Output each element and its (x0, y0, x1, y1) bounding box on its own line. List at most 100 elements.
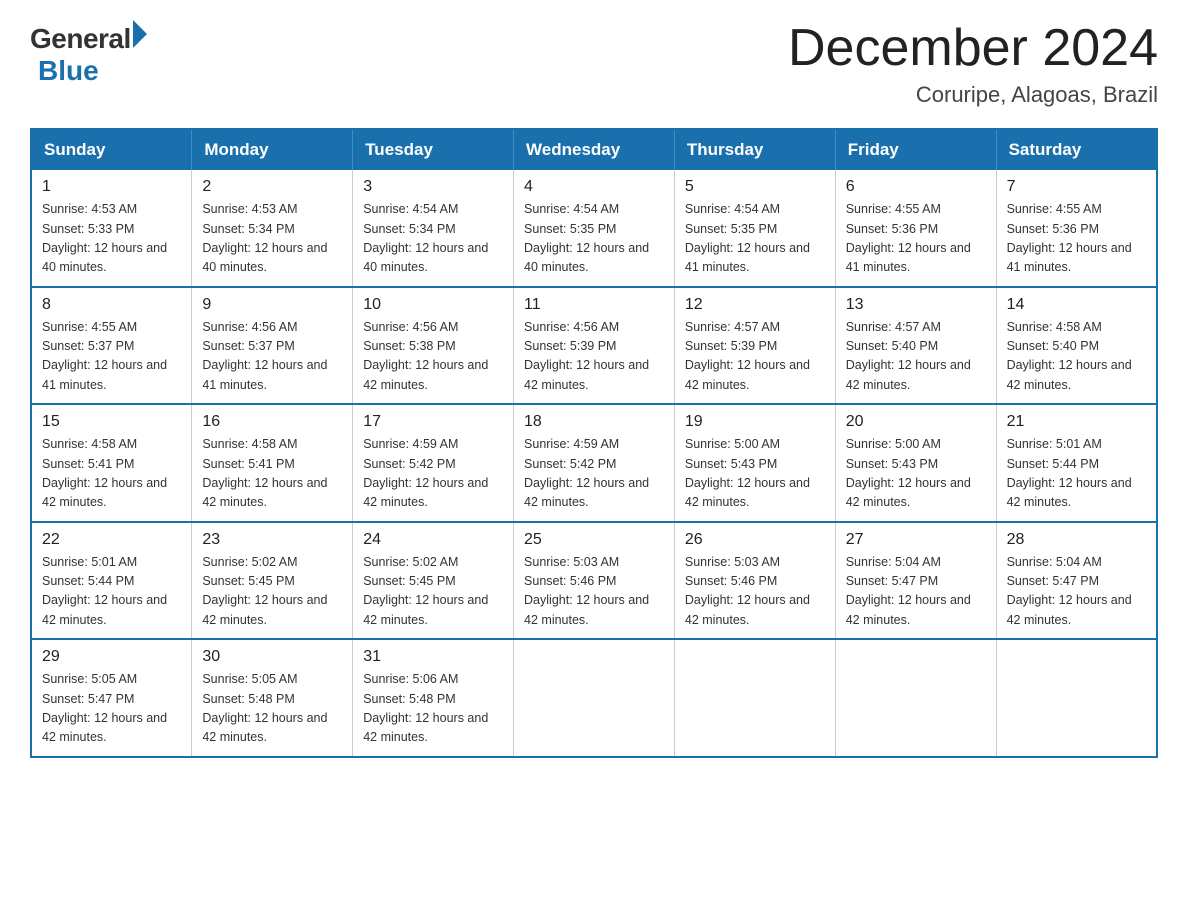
day-number: 28 (1007, 531, 1146, 549)
sunset-text: Sunset: 5:43 PM (685, 457, 777, 471)
sunrise-text: Sunrise: 4:54 AM (524, 202, 619, 216)
sunset-text: Sunset: 5:46 PM (685, 574, 777, 588)
day-info: Sunrise: 5:00 AM Sunset: 5:43 PM Dayligh… (846, 435, 986, 513)
day-number: 10 (363, 296, 503, 314)
daylight-text: Daylight: 12 hours and 41 minutes. (202, 358, 327, 391)
daylight-text: Daylight: 12 hours and 42 minutes. (685, 358, 810, 391)
day-number: 27 (846, 531, 986, 549)
calendar-cell: 23 Sunrise: 5:02 AM Sunset: 5:45 PM Dayl… (192, 522, 353, 640)
day-info: Sunrise: 4:54 AM Sunset: 5:34 PM Dayligh… (363, 200, 503, 278)
daylight-text: Daylight: 12 hours and 42 minutes. (1007, 358, 1132, 391)
daylight-text: Daylight: 12 hours and 40 minutes. (524, 241, 649, 274)
daylight-text: Daylight: 12 hours and 42 minutes. (524, 358, 649, 391)
day-number: 11 (524, 296, 664, 314)
sunset-text: Sunset: 5:44 PM (1007, 457, 1099, 471)
sunrise-text: Sunrise: 5:03 AM (524, 555, 619, 569)
calendar-cell: 19 Sunrise: 5:00 AM Sunset: 5:43 PM Dayl… (674, 404, 835, 522)
daylight-text: Daylight: 12 hours and 42 minutes. (846, 593, 971, 626)
calendar-week-row: 1 Sunrise: 4:53 AM Sunset: 5:33 PM Dayli… (31, 170, 1157, 287)
day-number: 3 (363, 178, 503, 196)
day-number: 30 (202, 648, 342, 666)
day-number: 25 (524, 531, 664, 549)
sunrise-text: Sunrise: 4:58 AM (42, 437, 137, 451)
logo-triangle-icon (133, 20, 147, 48)
day-info: Sunrise: 4:59 AM Sunset: 5:42 PM Dayligh… (363, 435, 503, 513)
calendar-cell (514, 639, 675, 757)
day-number: 6 (846, 178, 986, 196)
calendar-header-saturday: Saturday (996, 129, 1157, 170)
day-info: Sunrise: 5:03 AM Sunset: 5:46 PM Dayligh… (524, 553, 664, 631)
sunset-text: Sunset: 5:36 PM (1007, 222, 1099, 236)
day-number: 7 (1007, 178, 1146, 196)
sunrise-text: Sunrise: 4:57 AM (685, 320, 780, 334)
calendar-week-row: 22 Sunrise: 5:01 AM Sunset: 5:44 PM Dayl… (31, 522, 1157, 640)
sunset-text: Sunset: 5:40 PM (1007, 339, 1099, 353)
sunrise-text: Sunrise: 4:54 AM (685, 202, 780, 216)
sunrise-text: Sunrise: 4:58 AM (1007, 320, 1102, 334)
day-info: Sunrise: 4:56 AM Sunset: 5:38 PM Dayligh… (363, 318, 503, 396)
sunset-text: Sunset: 5:37 PM (42, 339, 134, 353)
day-info: Sunrise: 5:05 AM Sunset: 5:48 PM Dayligh… (202, 670, 342, 748)
location-subtitle: Coruripe, Alagoas, Brazil (788, 82, 1158, 108)
sunrise-text: Sunrise: 5:04 AM (1007, 555, 1102, 569)
sunrise-text: Sunrise: 4:53 AM (42, 202, 137, 216)
sunrise-text: Sunrise: 4:55 AM (1007, 202, 1102, 216)
calendar-cell (835, 639, 996, 757)
daylight-text: Daylight: 12 hours and 42 minutes. (846, 476, 971, 509)
sunrise-text: Sunrise: 4:59 AM (524, 437, 619, 451)
day-info: Sunrise: 5:00 AM Sunset: 5:43 PM Dayligh… (685, 435, 825, 513)
sunrise-text: Sunrise: 4:56 AM (524, 320, 619, 334)
day-number: 26 (685, 531, 825, 549)
calendar-week-row: 29 Sunrise: 5:05 AM Sunset: 5:47 PM Dayl… (31, 639, 1157, 757)
sunset-text: Sunset: 5:44 PM (42, 574, 134, 588)
day-number: 8 (42, 296, 181, 314)
day-number: 29 (42, 648, 181, 666)
sunrise-text: Sunrise: 5:05 AM (202, 672, 297, 686)
calendar-cell: 30 Sunrise: 5:05 AM Sunset: 5:48 PM Dayl… (192, 639, 353, 757)
day-info: Sunrise: 5:03 AM Sunset: 5:46 PM Dayligh… (685, 553, 825, 631)
sunrise-text: Sunrise: 4:55 AM (846, 202, 941, 216)
sunset-text: Sunset: 5:38 PM (363, 339, 455, 353)
sunset-text: Sunset: 5:36 PM (846, 222, 938, 236)
daylight-text: Daylight: 12 hours and 42 minutes. (363, 711, 488, 744)
daylight-text: Daylight: 12 hours and 42 minutes. (42, 593, 167, 626)
daylight-text: Daylight: 12 hours and 41 minutes. (846, 241, 971, 274)
day-info: Sunrise: 4:56 AM Sunset: 5:39 PM Dayligh… (524, 318, 664, 396)
title-section: December 2024 Coruripe, Alagoas, Brazil (788, 20, 1158, 108)
calendar-cell: 27 Sunrise: 5:04 AM Sunset: 5:47 PM Dayl… (835, 522, 996, 640)
calendar-week-row: 15 Sunrise: 4:58 AM Sunset: 5:41 PM Dayl… (31, 404, 1157, 522)
logo-blue-row: Blue (34, 55, 99, 87)
daylight-text: Daylight: 12 hours and 41 minutes. (1007, 241, 1132, 274)
sunset-text: Sunset: 5:34 PM (363, 222, 455, 236)
day-info: Sunrise: 5:01 AM Sunset: 5:44 PM Dayligh… (1007, 435, 1146, 513)
calendar-header-wednesday: Wednesday (514, 129, 675, 170)
calendar-cell: 9 Sunrise: 4:56 AM Sunset: 5:37 PM Dayli… (192, 287, 353, 405)
sunset-text: Sunset: 5:47 PM (42, 692, 134, 706)
daylight-text: Daylight: 12 hours and 42 minutes. (685, 593, 810, 626)
calendar-cell: 4 Sunrise: 4:54 AM Sunset: 5:35 PM Dayli… (514, 170, 675, 287)
sunset-text: Sunset: 5:39 PM (685, 339, 777, 353)
day-info: Sunrise: 4:54 AM Sunset: 5:35 PM Dayligh… (524, 200, 664, 278)
sunset-text: Sunset: 5:47 PM (1007, 574, 1099, 588)
daylight-text: Daylight: 12 hours and 40 minutes. (42, 241, 167, 274)
sunset-text: Sunset: 5:41 PM (42, 457, 134, 471)
daylight-text: Daylight: 12 hours and 42 minutes. (202, 593, 327, 626)
daylight-text: Daylight: 12 hours and 42 minutes. (1007, 476, 1132, 509)
day-number: 5 (685, 178, 825, 196)
sunrise-text: Sunrise: 4:56 AM (363, 320, 458, 334)
daylight-text: Daylight: 12 hours and 42 minutes. (42, 711, 167, 744)
calendar-cell: 15 Sunrise: 4:58 AM Sunset: 5:41 PM Dayl… (31, 404, 192, 522)
calendar-cell: 8 Sunrise: 4:55 AM Sunset: 5:37 PM Dayli… (31, 287, 192, 405)
sunset-text: Sunset: 5:45 PM (363, 574, 455, 588)
day-number: 22 (42, 531, 181, 549)
calendar-cell: 16 Sunrise: 4:58 AM Sunset: 5:41 PM Dayl… (192, 404, 353, 522)
sunset-text: Sunset: 5:37 PM (202, 339, 294, 353)
sunrise-text: Sunrise: 5:02 AM (202, 555, 297, 569)
daylight-text: Daylight: 12 hours and 41 minutes. (42, 358, 167, 391)
sunrise-text: Sunrise: 5:01 AM (1007, 437, 1102, 451)
calendar-cell: 26 Sunrise: 5:03 AM Sunset: 5:46 PM Dayl… (674, 522, 835, 640)
daylight-text: Daylight: 12 hours and 40 minutes. (363, 241, 488, 274)
sunrise-text: Sunrise: 4:58 AM (202, 437, 297, 451)
sunset-text: Sunset: 5:42 PM (524, 457, 616, 471)
sunrise-text: Sunrise: 5:01 AM (42, 555, 137, 569)
